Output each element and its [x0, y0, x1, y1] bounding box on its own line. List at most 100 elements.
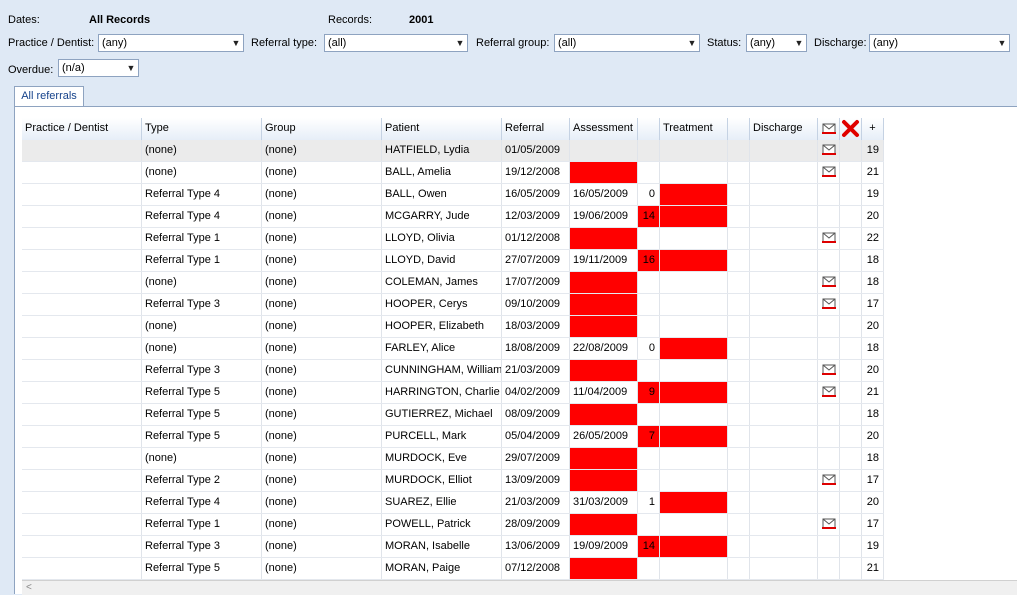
- referral-group-dropdown[interactable]: (all) ▼: [554, 34, 700, 52]
- cell-assessment-days: 16: [638, 250, 660, 271]
- cell-letter: [818, 448, 840, 469]
- cell-delete: [840, 514, 862, 535]
- cell-type: Referral Type 3: [142, 536, 262, 557]
- cell-type: (none): [142, 162, 262, 183]
- col-practice[interactable]: Practice / Dentist: [22, 118, 142, 140]
- col-type[interactable]: Type: [142, 118, 262, 140]
- chevron-left-icon[interactable]: <: [26, 581, 32, 594]
- cell-delete: [840, 316, 862, 337]
- cell-letter[interactable]: [818, 140, 840, 161]
- status-dropdown[interactable]: (any) ▼: [746, 34, 807, 52]
- tab-all-referrals[interactable]: All referrals: [14, 86, 84, 106]
- table-row[interactable]: Referral Type 5 (none) HARRINGTON, Charlie…: [22, 382, 884, 404]
- practice-dropdown[interactable]: (any) ▼: [98, 34, 244, 52]
- cell-delete: [840, 272, 862, 293]
- cell-patient: SUAREZ, Ellie: [382, 492, 502, 513]
- table-row[interactable]: Referral Type 4 (none) SUAREZ, Ellie 21/03/…: [22, 492, 884, 514]
- table-row[interactable]: Referral Type 5 (none) PURCELL, Mark 05/04/…: [22, 426, 884, 448]
- cell-assessment-days: [638, 558, 660, 579]
- col-assessment-days[interactable]: [638, 118, 660, 140]
- cell-assessment-days: 14: [638, 536, 660, 557]
- cell-practice: [22, 492, 142, 513]
- col-delete[interactable]: [840, 118, 862, 140]
- cell-treatment-days: [728, 470, 750, 491]
- overdue-dropdown[interactable]: (n/a) ▼: [58, 59, 139, 77]
- table-row[interactable]: Referral Type 1 (none) LLOYD, David 27/07/2…: [22, 250, 884, 272]
- cell-letter[interactable]: [818, 470, 840, 491]
- col-treatment[interactable]: Treatment: [660, 118, 728, 140]
- table-row[interactable]: Referral Type 4 (none) BALL, Owen 16/05/200…: [22, 184, 884, 206]
- cell-treatment-days: [728, 272, 750, 293]
- col-plus[interactable]: +: [862, 118, 884, 140]
- cell-count: 20: [862, 426, 884, 447]
- cell-practice: [22, 536, 142, 557]
- cell-treatment: [660, 492, 728, 513]
- cell-assessment-date: [570, 514, 638, 535]
- cell-referral-date: 12/03/2009: [502, 206, 570, 227]
- cell-letter[interactable]: [818, 162, 840, 183]
- table-row[interactable]: Referral Type 5 (none) MORAN, Paige 07/12/2…: [22, 558, 884, 580]
- cell-letter[interactable]: [818, 360, 840, 381]
- cell-letter[interactable]: [818, 294, 840, 315]
- table-row[interactable]: (none) (none) HOOPER, Elizabeth 18/03/2009 2…: [22, 316, 884, 338]
- cell-treatment-days: [728, 448, 750, 469]
- table-row[interactable]: Referral Type 1 (none) POWELL, Patrick 28/0…: [22, 514, 884, 536]
- cell-letter[interactable]: [818, 514, 840, 535]
- cell-letter[interactable]: [818, 272, 840, 293]
- records-label: Records:: [328, 14, 373, 26]
- cell-count: 21: [862, 162, 884, 183]
- table-row[interactable]: Referral Type 3 (none) HOOPER, Cerys 09/10/…: [22, 294, 884, 316]
- cell-practice: [22, 514, 142, 535]
- cell-count: 19: [862, 184, 884, 205]
- cell-group: (none): [262, 140, 382, 161]
- table-row[interactable]: (none) (none) BALL, Amelia 19/12/2008 21: [22, 162, 884, 184]
- cell-referral-date: 21/03/2009: [502, 360, 570, 381]
- cell-group: (none): [262, 206, 382, 227]
- cell-assessment-date: [570, 558, 638, 579]
- cell-letter[interactable]: [818, 228, 840, 249]
- col-referral[interactable]: Referral: [502, 118, 570, 140]
- letter-icon: [822, 123, 836, 134]
- col-letter[interactable]: [818, 118, 840, 140]
- cell-treatment: [660, 272, 728, 293]
- table-row[interactable]: Referral Type 2 (none) MURDOCK, Elliot 13/0…: [22, 470, 884, 492]
- discharge-dropdown[interactable]: (any) ▼: [869, 34, 1010, 52]
- cell-assessment-days: [638, 294, 660, 315]
- cell-practice: [22, 206, 142, 227]
- cell-referral-date: 13/09/2009: [502, 470, 570, 491]
- horizontal-scrollbar[interactable]: <: [22, 580, 1017, 595]
- cell-group: (none): [262, 338, 382, 359]
- table-row[interactable]: Referral Type 3 (none) CUNNINGHAM, William…: [22, 360, 884, 382]
- table-row[interactable]: (none) (none) FARLEY, Alice 18/08/2009 22/08…: [22, 338, 884, 360]
- cell-discharge: [750, 228, 818, 249]
- cell-referral-date: 17/07/2009: [502, 272, 570, 293]
- col-assessment[interactable]: Assessment: [570, 118, 638, 140]
- cell-type: Referral Type 2: [142, 470, 262, 491]
- cell-count: 20: [862, 316, 884, 337]
- cell-type: Referral Type 5: [142, 558, 262, 579]
- table-row[interactable]: (none) (none) COLEMAN, James 17/07/2009 18: [22, 272, 884, 294]
- cell-delete: [840, 184, 862, 205]
- cell-group: (none): [262, 228, 382, 249]
- cell-practice: [22, 250, 142, 271]
- cell-patient: HOOPER, Elizabeth: [382, 316, 502, 337]
- table-row[interactable]: (none) (none) HATFIELD, Lydia 01/05/2009 19: [22, 140, 884, 162]
- col-discharge[interactable]: Discharge: [750, 118, 818, 140]
- col-patient[interactable]: Patient: [382, 118, 502, 140]
- cell-treatment: [660, 338, 728, 359]
- table-row[interactable]: Referral Type 1 (none) LLOYD, Olivia 01/12/…: [22, 228, 884, 250]
- practice-value: (any): [102, 37, 128, 49]
- cell-group: (none): [262, 558, 382, 579]
- col-group[interactable]: Group: [262, 118, 382, 140]
- cell-group: (none): [262, 184, 382, 205]
- cell-assessment-date: 11/04/2009: [570, 382, 638, 403]
- col-treatment-days[interactable]: [728, 118, 750, 140]
- cell-letter[interactable]: [818, 382, 840, 403]
- cell-type: Referral Type 4: [142, 206, 262, 227]
- referral-type-dropdown[interactable]: (all) ▼: [324, 34, 468, 52]
- table-row[interactable]: (none) (none) MURDOCK, Eve 29/07/2009 18: [22, 448, 884, 470]
- table-row[interactable]: Referral Type 4 (none) MCGARRY, Jude 12/03/…: [22, 206, 884, 228]
- table-row[interactable]: Referral Type 5 (none) GUTIERREZ, Michael 0…: [22, 404, 884, 426]
- cell-patient: HARRINGTON, Charlie: [382, 382, 502, 403]
- table-row[interactable]: Referral Type 3 (none) MORAN, Isabelle 13/0…: [22, 536, 884, 558]
